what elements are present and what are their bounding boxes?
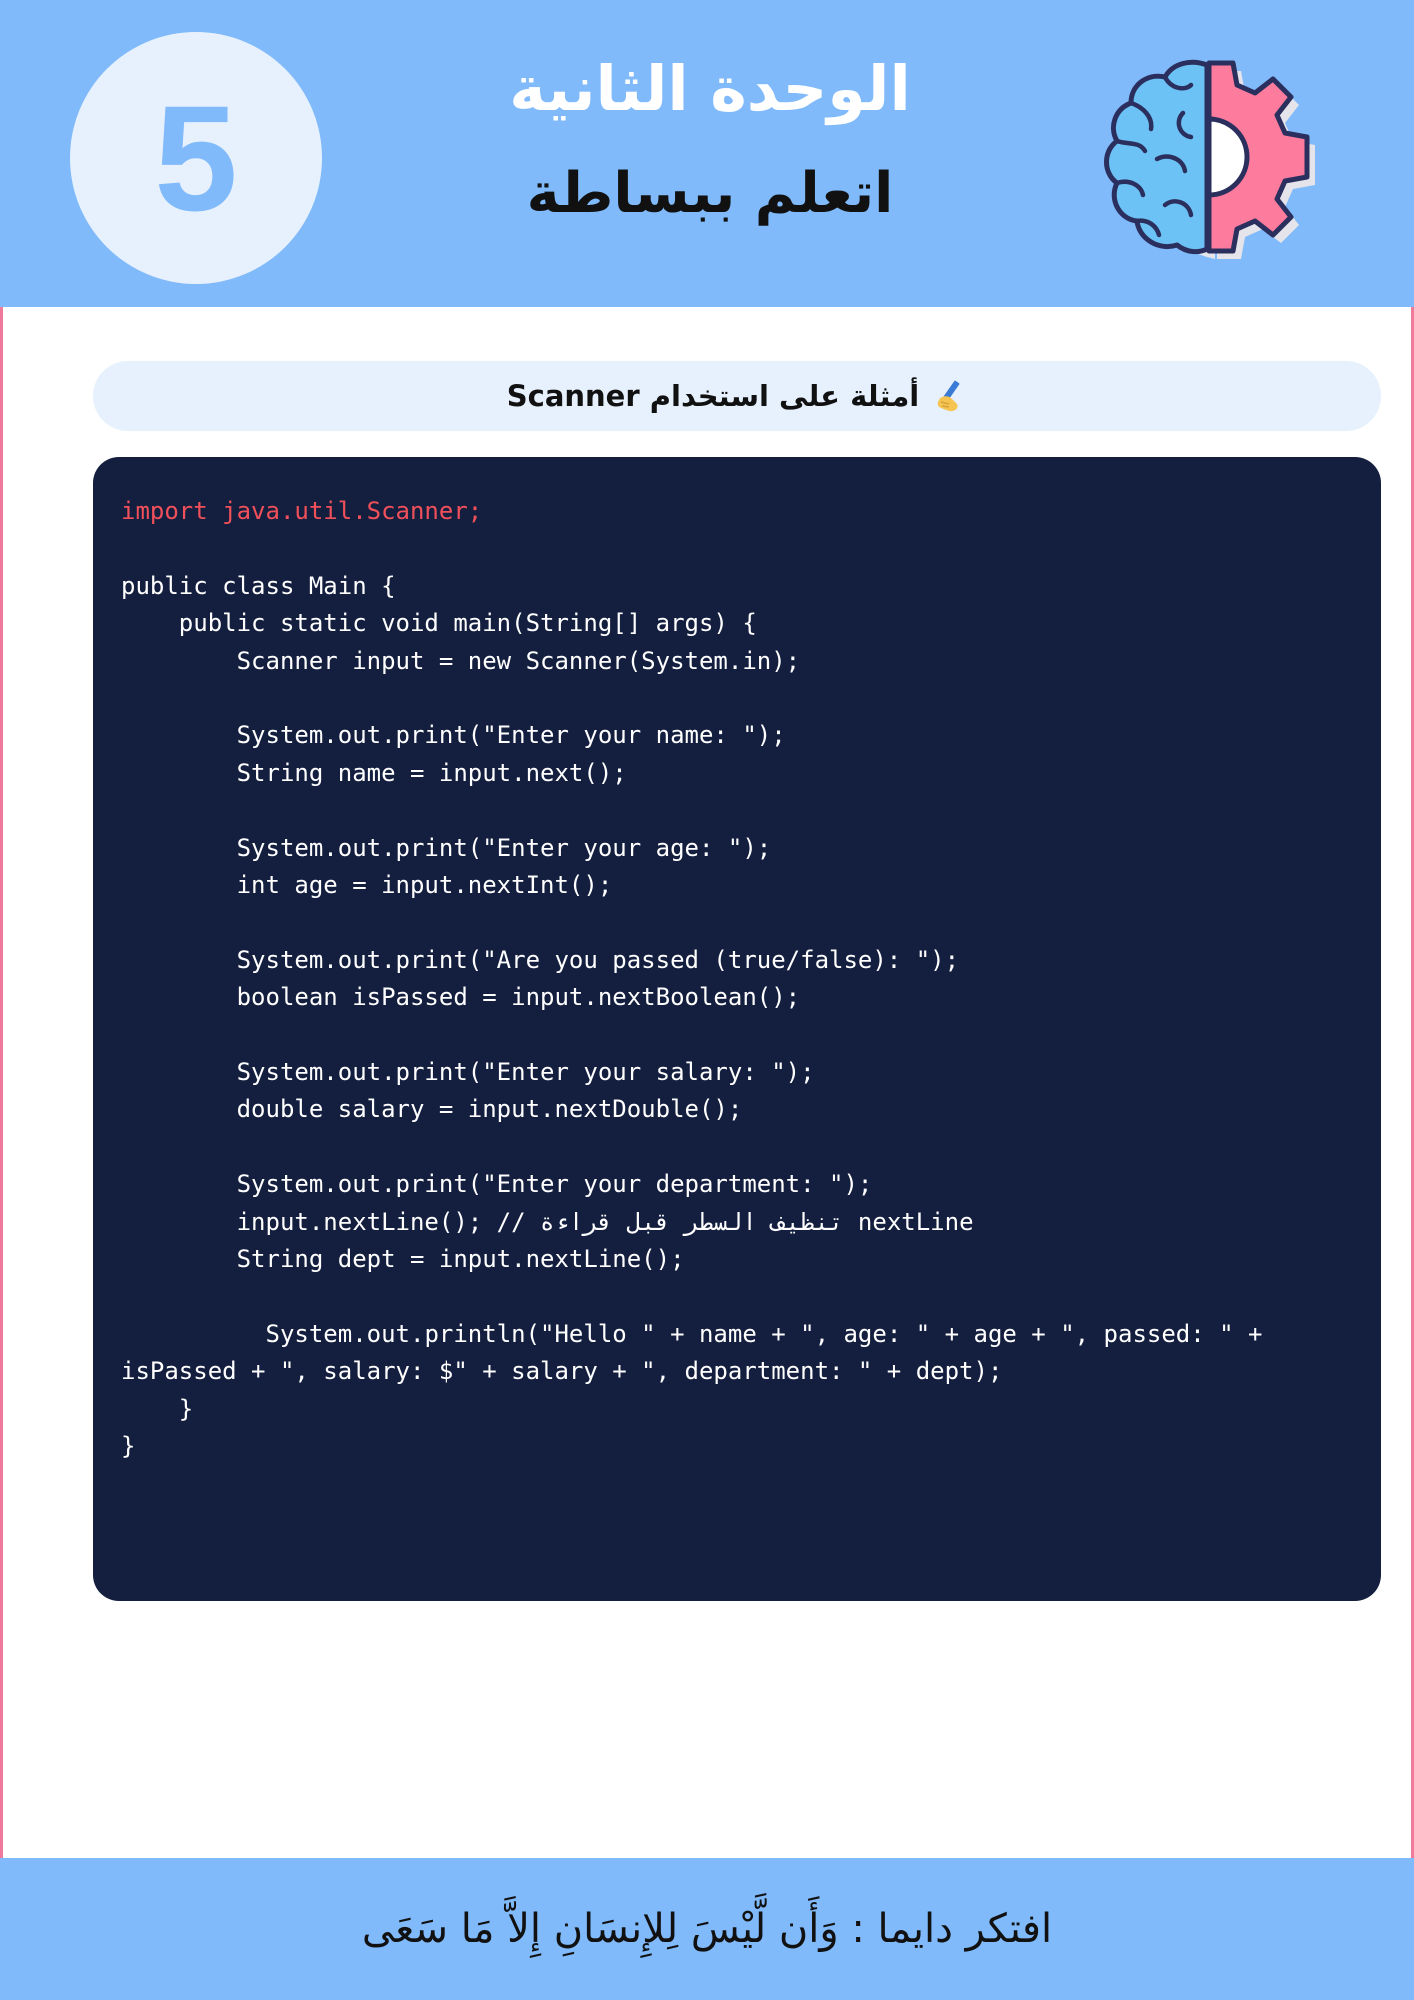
code-line: public class Main { bbox=[121, 571, 396, 600]
code-line: System.out.print("Are you passed (true/f… bbox=[121, 945, 960, 974]
code-line: double salary = input.nextDouble(); bbox=[121, 1095, 743, 1124]
code-line: } bbox=[121, 1394, 194, 1423]
brain-gear-icon bbox=[1104, 59, 1315, 259]
code-block: import java.util.Scanner; public class M… bbox=[93, 457, 1381, 1601]
code-line: String name = input.next(); bbox=[121, 758, 627, 787]
unit-title: الوحدة الثانية bbox=[509, 52, 911, 125]
unit-number-badge: 5 bbox=[70, 32, 322, 284]
header: 5 الوحدة الثانية اتعلم ببساطة bbox=[0, 0, 1414, 307]
code-line: import java.util.Scanner; bbox=[121, 497, 483, 525]
code-line: System.out.print("Enter your age: "); bbox=[121, 833, 772, 862]
code-line: int age = input.nextInt(); bbox=[121, 871, 613, 900]
code-line: System.out.print("Enter your department:… bbox=[121, 1170, 873, 1199]
code-line: } bbox=[121, 1432, 136, 1461]
code-line: String dept = input.nextLine(); bbox=[121, 1245, 685, 1274]
code-line: input.nextLine(); // تنظيف السطر قبل قرا… bbox=[121, 1207, 974, 1236]
footer-quote: افتكر دايما : وَأَن لَّيْسَ لِلإِنسَانِ … bbox=[361, 1906, 1053, 1952]
footer: افتكر دايما : وَأَن لَّيْسَ لِلإِنسَانِ … bbox=[0, 1858, 1414, 2000]
code-line: System.out.print("Enter your name: "); bbox=[121, 721, 786, 750]
code-line: Scanner input = new Scanner(System.in); bbox=[121, 646, 801, 675]
unit-number: 5 bbox=[154, 74, 238, 242]
section-banner: أمثلة على استخدام Scanner bbox=[93, 361, 1381, 431]
writing-hand-icon bbox=[937, 380, 960, 412]
code-line: boolean isPassed = input.nextBoolean(); bbox=[121, 983, 801, 1012]
section-title: أمثلة على استخدام Scanner bbox=[506, 379, 920, 413]
code-line: public static void main(String[] args) { bbox=[121, 609, 757, 638]
code-line: System.out.print("Enter your salary: "); bbox=[121, 1058, 815, 1087]
code-line: isPassed + ", salary: $" + salary + ", d… bbox=[121, 1357, 1003, 1386]
code-line: System.out.println("Hello " + name + ", … bbox=[121, 1319, 1263, 1348]
unit-subtitle: اتعلم ببساطة bbox=[526, 161, 894, 226]
